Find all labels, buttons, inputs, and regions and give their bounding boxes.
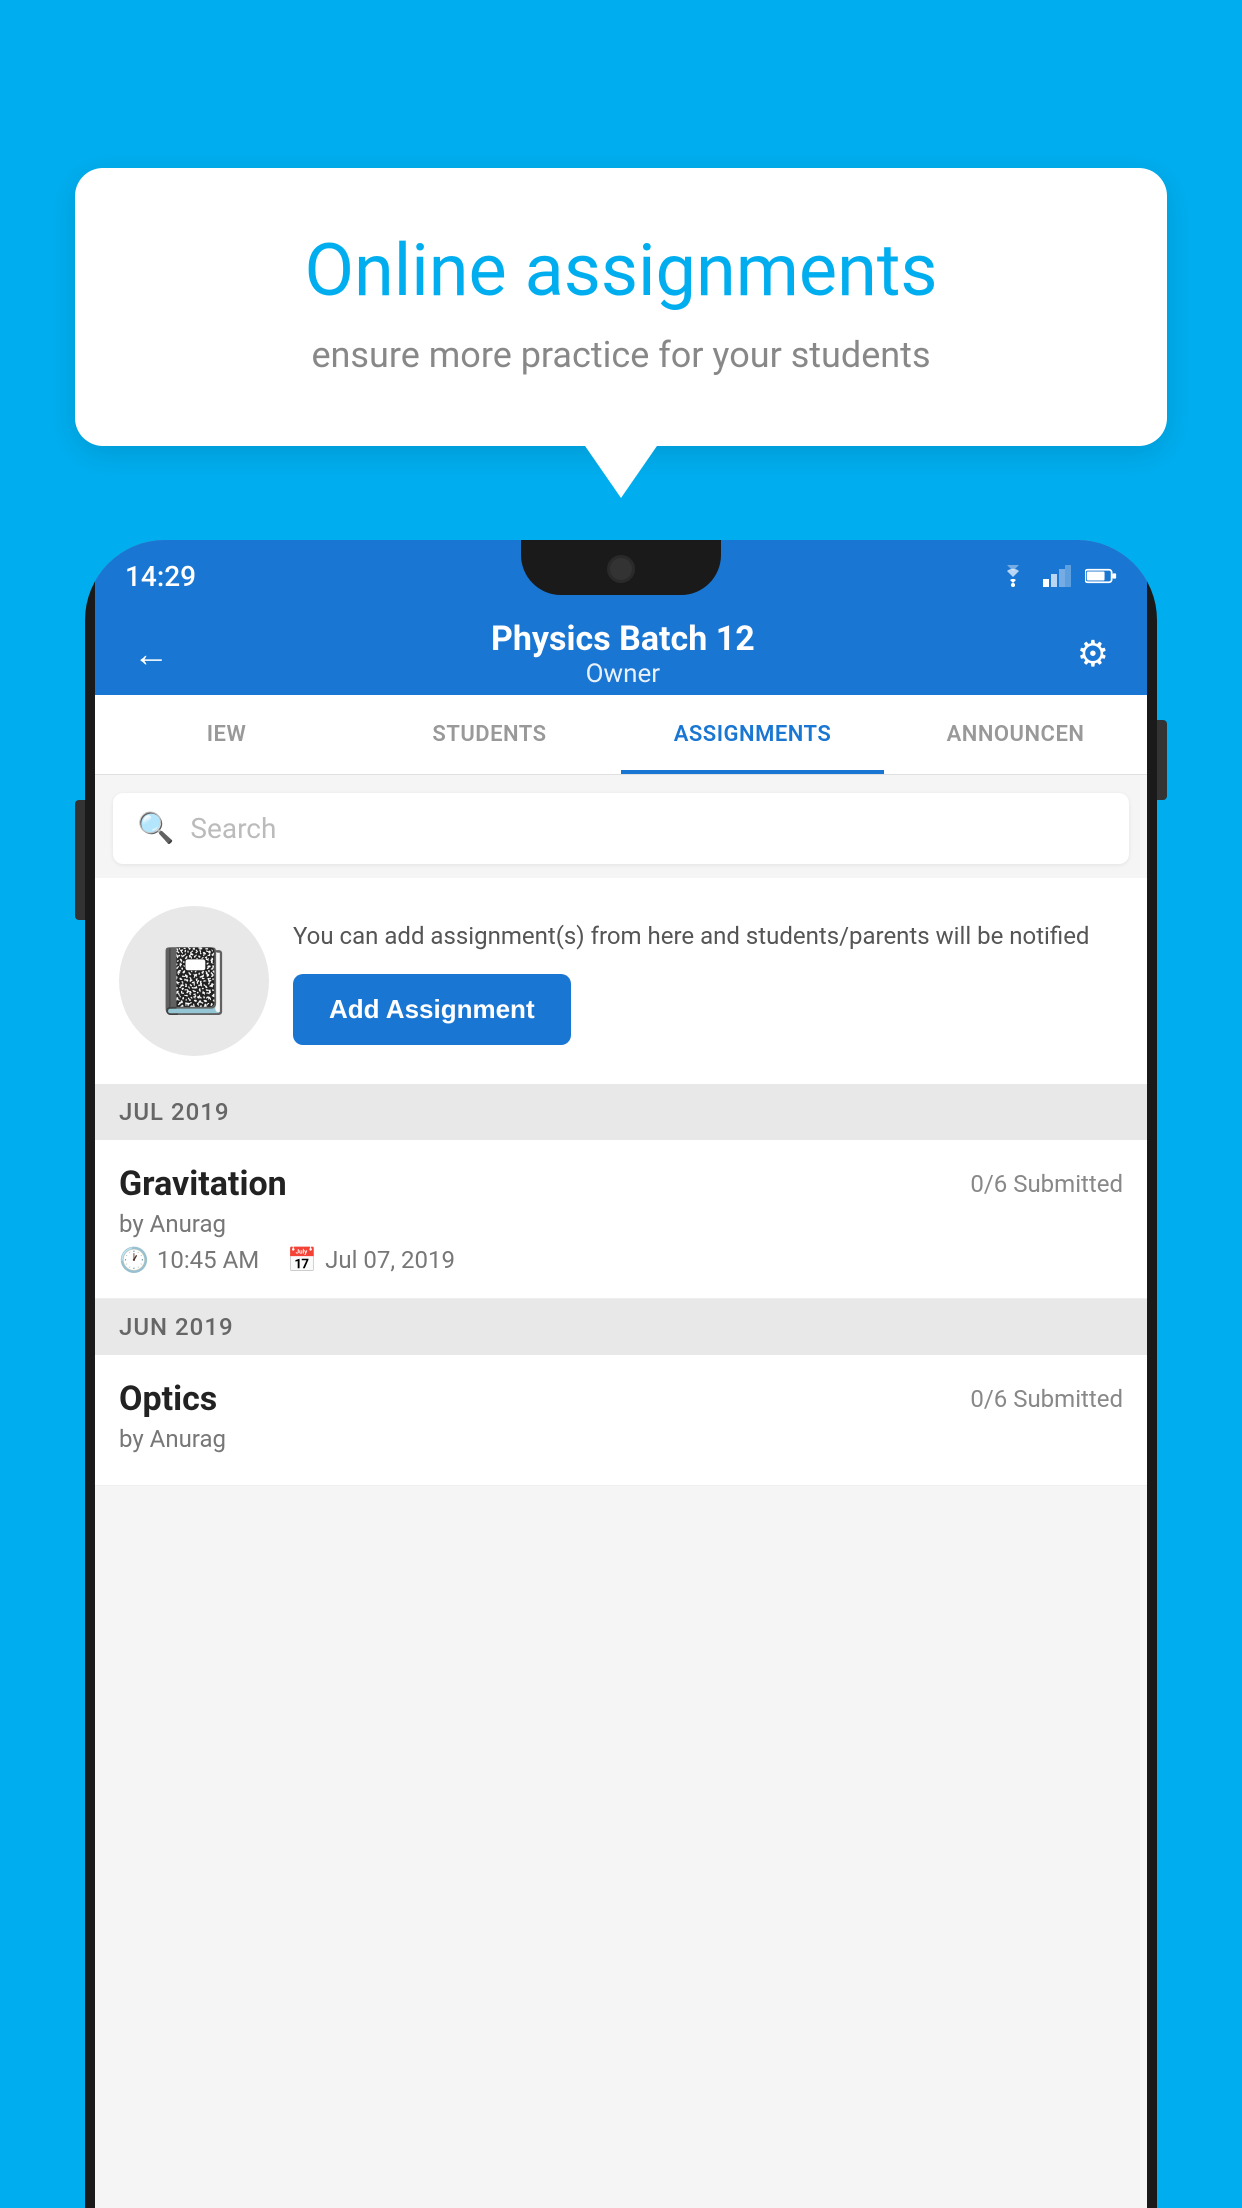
assignment-name-optics: Optics	[119, 1379, 217, 1419]
status-icons	[997, 565, 1117, 587]
assignment-author-optics: by Anurag	[119, 1425, 1123, 1453]
battery-icon	[1085, 565, 1117, 587]
promo-card: 📓 You can add assignment(s) from here an…	[95, 878, 1147, 1084]
search-bar[interactable]: 🔍 Search	[113, 793, 1129, 864]
promo-content: You can add assignment(s) from here and …	[293, 918, 1119, 1045]
assignment-date: 📅 Jul 07, 2019	[287, 1246, 455, 1274]
search-icon: 🔍	[137, 811, 174, 846]
section-jun-2019: JUN 2019	[95, 1299, 1147, 1355]
assignment-gravitation[interactable]: Gravitation 0/6 Submitted by Anurag 🕐 10…	[95, 1140, 1147, 1299]
add-assignment-button[interactable]: Add Assignment	[293, 974, 571, 1045]
content-area: 🔍 Search 📓 You can add assignment(s) fro…	[95, 775, 1147, 2208]
batch-role: Owner	[491, 659, 755, 689]
tab-announcements[interactable]: ANNOUNCEN	[884, 695, 1147, 774]
assignment-name: Gravitation	[119, 1164, 287, 1204]
status-time: 14:29	[125, 560, 196, 593]
calendar-icon: 📅	[287, 1246, 317, 1274]
phone-notch	[521, 540, 721, 595]
batch-title: Physics Batch 12	[491, 619, 755, 659]
phone-camera	[607, 555, 635, 583]
header-title-block: Physics Batch 12 Owner	[491, 619, 755, 689]
wifi-icon	[997, 565, 1029, 587]
assignment-submitted: 0/6 Submitted	[970, 1164, 1123, 1198]
phone-frame: 14:29	[85, 540, 1157, 2208]
tab-students[interactable]: STUDENTS	[358, 695, 621, 774]
assignment-optics[interactable]: Optics 0/6 Submitted by Anurag	[95, 1355, 1147, 1486]
app-screen: 14:29	[95, 540, 1147, 2208]
assignment-author: by Anurag	[119, 1210, 1123, 1238]
bubble-subtitle: ensure more practice for your students	[145, 334, 1097, 376]
tabs-bar: IEW STUDENTS ASSIGNMENTS ANNOUNCEN	[95, 695, 1147, 775]
assignment-submitted-optics: 0/6 Submitted	[970, 1379, 1123, 1413]
bubble-title: Online assignments	[145, 228, 1097, 314]
assignment-meta: 🕐 10:45 AM 📅 Jul 07, 2019	[119, 1246, 1123, 1274]
tab-iew[interactable]: IEW	[95, 695, 358, 774]
assignment-time: 🕐 10:45 AM	[119, 1246, 259, 1274]
settings-button[interactable]: ⚙	[1067, 623, 1119, 685]
assignment-icon-circle: 📓	[119, 906, 269, 1056]
promo-speech-bubble: Online assignments ensure more practice …	[75, 168, 1167, 446]
promo-description: You can add assignment(s) from here and …	[293, 918, 1119, 954]
clock-icon: 🕐	[119, 1246, 149, 1274]
notebook-icon: 📓	[154, 944, 234, 1019]
search-placeholder: Search	[190, 812, 276, 845]
assignment-time-value: 10:45 AM	[157, 1246, 259, 1274]
signal-icon	[1041, 565, 1073, 587]
assignment-date-value: Jul 07, 2019	[325, 1246, 455, 1274]
section-jul-2019: JUL 2019	[95, 1084, 1147, 1140]
tab-assignments[interactable]: ASSIGNMENTS	[621, 695, 884, 774]
back-button[interactable]: ←	[123, 623, 179, 685]
